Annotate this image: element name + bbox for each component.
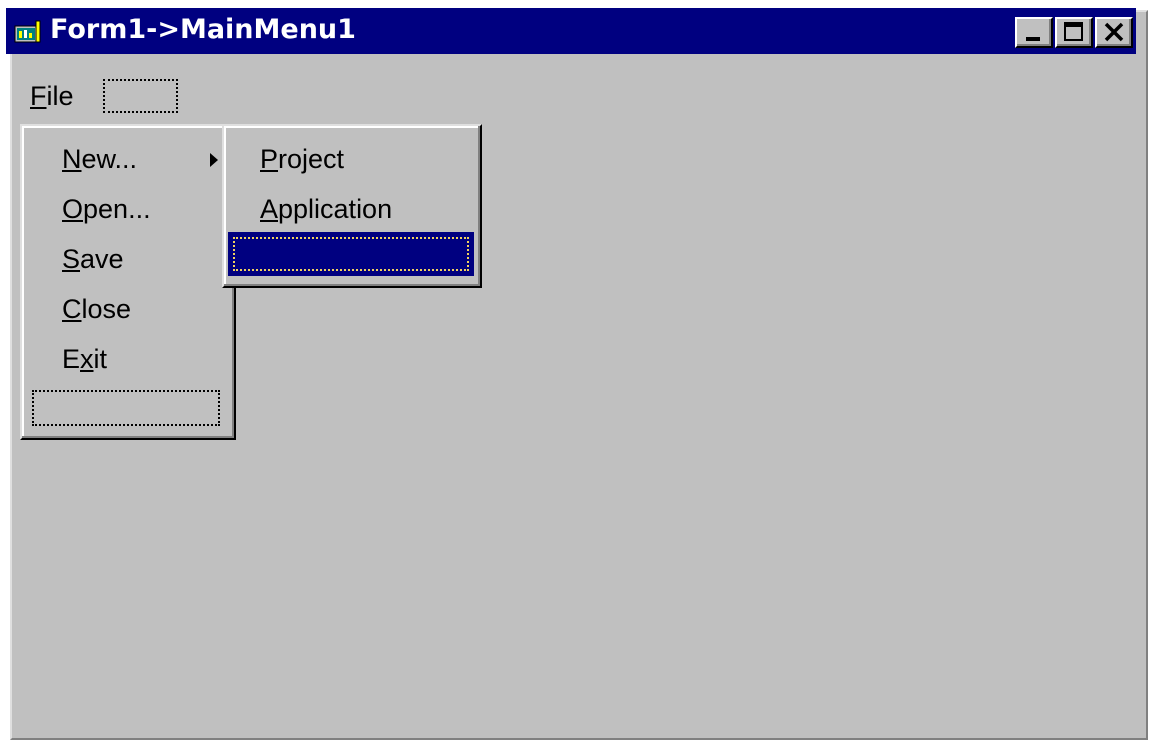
form-designer-icon xyxy=(14,20,41,43)
submenu-item-application[interactable]: Application xyxy=(224,184,480,234)
file-menu-new-item-placeholder[interactable] xyxy=(32,390,220,426)
accesskey-underline: N xyxy=(62,144,82,174)
menu-file-label-rest: ile xyxy=(46,81,74,111)
menu-file[interactable]: File xyxy=(26,74,78,118)
accesskey-underline: C xyxy=(62,294,82,324)
menu-file-accesskey: F xyxy=(30,81,47,111)
submenu-item-project-label: Project xyxy=(260,144,345,174)
menu-item-exit[interactable]: Exit xyxy=(22,334,234,384)
accesskey-underline: A xyxy=(260,194,279,224)
menu-item-close-label: Close xyxy=(62,294,132,324)
accesskey-underline: S xyxy=(62,244,81,274)
submenu-item-application-label: Application xyxy=(260,194,393,224)
minimize-icon xyxy=(1026,37,1040,41)
menubar-new-item-placeholder[interactable] xyxy=(103,79,178,113)
menu-item-save-label: Save xyxy=(62,244,124,274)
focus-rectangle xyxy=(233,237,469,271)
submenu-new-item-placeholder-selected[interactable] xyxy=(228,232,474,276)
submenu-arrow-icon xyxy=(210,153,218,167)
menu-bar: File xyxy=(16,74,1136,118)
menu-item-exit-label: Exit xyxy=(62,344,108,374)
menu-item-open[interactable]: Open... xyxy=(22,184,234,234)
maximize-icon xyxy=(1064,22,1083,41)
menu-item-new-label: New... xyxy=(62,144,138,174)
maximize-button[interactable] xyxy=(1055,17,1093,48)
accesskey-underline: x xyxy=(80,344,94,374)
menu-item-open-label: Open... xyxy=(62,194,151,224)
close-icon xyxy=(1104,22,1124,42)
menu-item-save[interactable]: Save xyxy=(22,234,234,284)
new-submenu: Project Application xyxy=(222,124,482,288)
submenu-item-project[interactable]: Project xyxy=(224,134,480,184)
file-menu: New... Open... Save Close Exit xyxy=(20,124,236,440)
accesskey-underline: O xyxy=(62,194,84,224)
menu-item-close[interactable]: Close xyxy=(22,284,234,334)
accesskey-underline: P xyxy=(260,144,279,174)
menu-item-new[interactable]: New... xyxy=(22,134,234,184)
window-title: Form1->MainMenu1 xyxy=(50,14,356,45)
minimize-button[interactable] xyxy=(1015,17,1053,48)
close-button[interactable] xyxy=(1095,17,1133,48)
title-bar[interactable]: Form1->MainMenu1 xyxy=(6,8,1136,54)
